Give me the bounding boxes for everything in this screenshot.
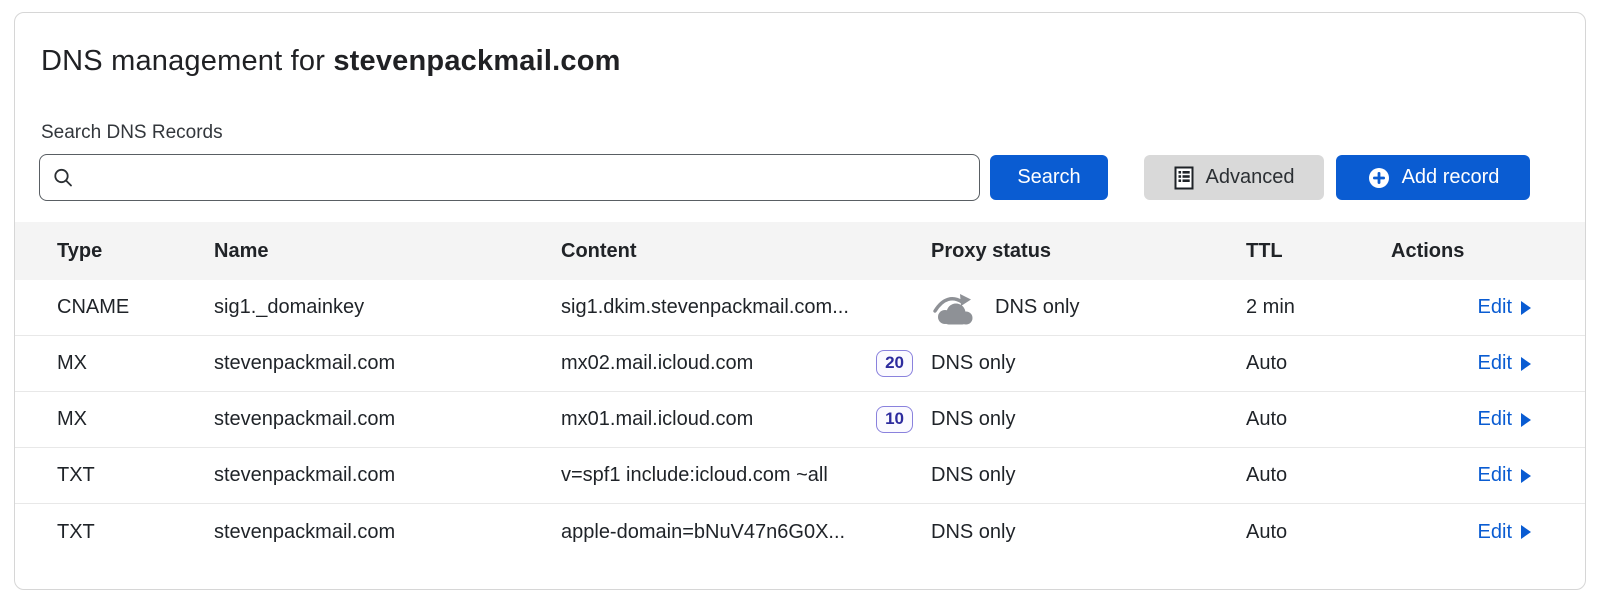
dns-management-card: DNS management for stevenpackmail.com Se… xyxy=(14,12,1586,590)
add-record-button-label: Add record xyxy=(1402,166,1500,189)
add-record-button[interactable]: Add record xyxy=(1336,155,1530,200)
dns-only-cloud-icon xyxy=(931,291,977,325)
edit-label: Edit xyxy=(1478,521,1512,544)
column-header-ttl: TTL xyxy=(1246,240,1391,263)
edit-label: Edit xyxy=(1478,464,1512,487)
cell-name: sig1._domainkey xyxy=(214,296,561,319)
search-button[interactable]: Search xyxy=(990,155,1108,200)
page-title-prefix: DNS management for xyxy=(41,45,333,77)
cell-proxy-status: DNS only xyxy=(931,464,1246,487)
right-triangle-icon xyxy=(1521,469,1531,483)
edit-label: Edit xyxy=(1478,296,1512,319)
edit-label: Edit xyxy=(1478,408,1512,431)
cell-ttl: 2 min xyxy=(1246,296,1391,319)
edit-label: Edit xyxy=(1478,352,1512,375)
right-triangle-icon xyxy=(1521,357,1531,371)
cell-type: TXT xyxy=(57,464,214,487)
search-toolbar: Search Advanced Add record xyxy=(15,154,1585,201)
mx-priority-badge: 20 xyxy=(876,350,913,376)
column-header-proxy-status: Proxy status xyxy=(931,240,1246,263)
table-row: CNAME sig1._domainkey sig1.dkim.stevenpa… xyxy=(15,280,1585,336)
edit-button[interactable]: Edit xyxy=(1478,352,1531,375)
cell-type: MX xyxy=(57,352,214,375)
advanced-button-label: Advanced xyxy=(1206,166,1295,189)
cell-content: v=spf1 include:icloud.com ~all xyxy=(561,464,828,487)
cell-type: CNAME xyxy=(57,296,214,319)
cell-name: stevenpackmail.com xyxy=(214,352,561,375)
page-title: DNS management for stevenpackmail.com xyxy=(41,45,1585,78)
right-triangle-icon xyxy=(1521,301,1531,315)
magnifier-icon xyxy=(52,167,74,189)
table-row: TXT stevenpackmail.com v=spf1 include:ic… xyxy=(15,448,1585,504)
page-title-domain: stevenpackmail.com xyxy=(333,45,620,77)
column-header-content: Content xyxy=(561,240,931,263)
proxy-status-label: DNS only xyxy=(931,352,1015,375)
right-triangle-icon xyxy=(1521,413,1531,427)
cell-name: stevenpackmail.com xyxy=(214,521,561,544)
table-row: TXT stevenpackmail.com apple-domain=bNuV… xyxy=(15,504,1585,560)
cell-name: stevenpackmail.com xyxy=(214,408,561,431)
cell-content: mx02.mail.icloud.com xyxy=(561,352,753,375)
cell-type: MX xyxy=(57,408,214,431)
cell-proxy-status: DNS only xyxy=(931,352,1246,375)
right-triangle-icon xyxy=(1521,525,1531,539)
plus-circle-icon xyxy=(1367,166,1391,190)
edit-button[interactable]: Edit xyxy=(1478,408,1531,431)
column-header-name: Name xyxy=(214,240,561,263)
table-header-row: Type Name Content Proxy status TTL Actio… xyxy=(15,222,1585,280)
search-label: Search DNS Records xyxy=(41,122,1585,144)
dns-records-table: Type Name Content Proxy status TTL Actio… xyxy=(15,222,1585,560)
cell-ttl: Auto xyxy=(1246,464,1391,487)
table-row: MX stevenpackmail.com mx02.mail.icloud.c… xyxy=(15,336,1585,392)
cell-name: stevenpackmail.com xyxy=(214,464,561,487)
edit-button[interactable]: Edit xyxy=(1478,464,1531,487)
cell-content: apple-domain=bNuV47n6G0X... xyxy=(561,521,845,544)
column-header-type: Type xyxy=(57,240,214,263)
proxy-status-label: DNS only xyxy=(995,296,1079,319)
proxy-status-label: DNS only xyxy=(931,464,1015,487)
edit-button[interactable]: Edit xyxy=(1478,296,1531,319)
cell-ttl: Auto xyxy=(1246,408,1391,431)
cell-ttl: Auto xyxy=(1246,352,1391,375)
cell-content: mx01.mail.icloud.com xyxy=(561,408,753,431)
mx-priority-badge: 10 xyxy=(876,406,913,432)
cell-proxy-status: DNS only xyxy=(931,521,1246,544)
column-header-actions: Actions xyxy=(1391,240,1531,263)
proxy-status-label: DNS only xyxy=(931,521,1015,544)
cell-type: TXT xyxy=(57,521,214,544)
edit-button[interactable]: Edit xyxy=(1478,521,1531,544)
cell-proxy-status: DNS only xyxy=(931,291,1246,325)
proxy-status-label: DNS only xyxy=(931,408,1015,431)
search-input[interactable] xyxy=(84,167,967,189)
advanced-button[interactable]: Advanced xyxy=(1144,155,1324,200)
cell-ttl: Auto xyxy=(1246,521,1391,544)
cell-content: sig1.dkim.stevenpackmail.com... xyxy=(561,296,849,319)
search-box[interactable] xyxy=(39,154,980,201)
cell-proxy-status: DNS only xyxy=(931,408,1246,431)
list-document-icon xyxy=(1174,166,1194,190)
table-row: MX stevenpackmail.com mx01.mail.icloud.c… xyxy=(15,392,1585,448)
